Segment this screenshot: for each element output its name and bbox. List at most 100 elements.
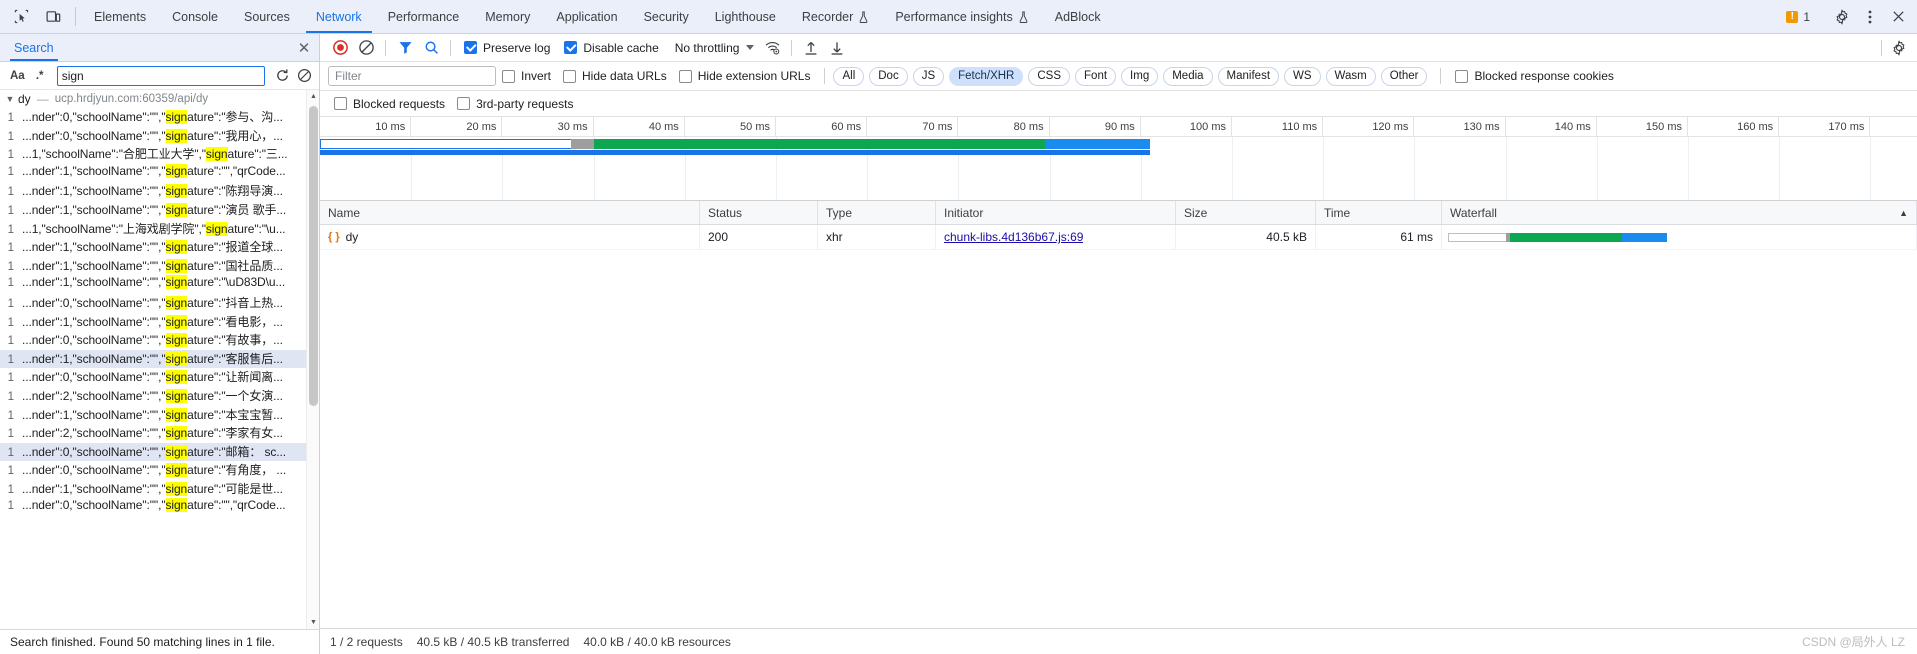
type-chip-js[interactable]: JS <box>912 66 945 86</box>
search-result-file[interactable]: ▼ dy — ucp.hrdjyun.com:60359/api/dy <box>0 90 319 108</box>
scrollbar-thumb[interactable] <box>309 106 318 406</box>
type-chip-fetch-xhr[interactable]: Fetch/XHR <box>949 66 1024 86</box>
record-button[interactable] <box>328 36 352 60</box>
initiator-link[interactable]: chunk-libs.4d136b67.js:69 <box>944 230 1083 244</box>
tab-adblock[interactable]: AdBlock <box>1042 0 1114 33</box>
sort-ascending-icon[interactable]: ▲ <box>1899 208 1908 218</box>
type-chip-doc[interactable]: Doc <box>869 66 908 86</box>
search-result-row[interactable]: 1 ...1,"schoolName":"合肥工业大学","signature":… <box>0 145 319 164</box>
search-result-row[interactable]: 1 ...nder":1,"schoolName":"","signature":… <box>0 201 319 220</box>
search-results-list[interactable]: ▼ dy — ucp.hrdjyun.com:60359/api/dy 1...… <box>0 90 319 629</box>
scroll-up-arrow-icon[interactable]: ▲ <box>307 90 319 103</box>
column-header-waterfall[interactable]: Waterfall ▲ <box>1442 201 1917 224</box>
blocked-requests-checkbox[interactable]: Blocked requests <box>328 97 451 111</box>
search-result-row[interactable]: 1 ...nder":1,"schoolName":"","signature":… <box>0 406 319 425</box>
type-chip-font[interactable]: Font <box>1075 66 1117 86</box>
match-case-button[interactable]: Aa <box>6 65 29 87</box>
search-icon[interactable] <box>419 36 443 60</box>
clear-search-icon[interactable] <box>293 65 315 87</box>
column-header-status[interactable]: Status <box>700 201 818 224</box>
search-result-row[interactable]: 1 ...nder":1,"schoolName":"","signature":… <box>0 257 319 276</box>
tab-application[interactable]: Application <box>543 0 630 33</box>
type-chip-other[interactable]: Other <box>1380 66 1428 86</box>
filter-input[interactable] <box>328 66 496 86</box>
tab-elements[interactable]: Elements <box>81 0 159 33</box>
search-result-row[interactable]: 1 ...nder":0,"schoolName":"","signature":… <box>0 442 319 462</box>
column-header-initiator[interactable]: Initiator <box>936 201 1176 224</box>
blocked-response-cookies-checkbox[interactable]: Blocked response cookies <box>1449 69 1619 83</box>
search-result-row[interactable]: 1 ...nder":1,"schoolName":"","signature":… <box>0 182 319 201</box>
search-result-row[interactable]: 1 ...nder":1,"schoolName":"","signature":… <box>0 238 319 257</box>
third-party-requests-checkbox[interactable]: 3rd-party requests <box>451 97 579 111</box>
tab-performance-insights[interactable]: Performance insights <box>882 0 1041 33</box>
more-options-icon[interactable] <box>1857 4 1883 30</box>
search-result-row[interactable]: 1 ...1,"schoolName":"上海戏剧学院","signature":… <box>0 220 319 239</box>
tab-sources[interactable]: Sources <box>231 0 303 33</box>
type-chip-wasm[interactable]: Wasm <box>1325 66 1376 86</box>
invert-checkbox[interactable]: Invert <box>496 69 557 83</box>
checkbox-box[interactable] <box>563 69 577 83</box>
tab-recorder[interactable]: Recorder <box>789 0 882 33</box>
search-result-row[interactable]: 1 ...nder":0,"schoolName":"","signature":… <box>0 461 319 480</box>
refresh-icon[interactable] <box>271 65 293 87</box>
type-chip-css[interactable]: CSS <box>1028 66 1071 86</box>
tab-memory[interactable]: Memory <box>472 0 543 33</box>
search-close-icon[interactable]: ✕ <box>293 37 315 59</box>
column-header-time[interactable]: Time <box>1316 201 1442 224</box>
filter-icon[interactable] <box>393 36 417 60</box>
type-chip-media[interactable]: Media <box>1163 66 1213 86</box>
type-chip-ws[interactable]: WS <box>1284 66 1321 86</box>
search-result-row[interactable]: 1 ...nder":2,"schoolName":"","signature":… <box>0 424 319 443</box>
hide-extension-urls-checkbox[interactable]: Hide extension URLs <box>673 69 817 83</box>
type-chip-img[interactable]: Img <box>1121 66 1159 86</box>
search-result-row[interactable]: 1 ...nder":0,"schoolName":"","signature":… <box>0 294 319 313</box>
scroll-down-arrow-icon[interactable]: ▼ <box>307 616 319 629</box>
column-header-name[interactable]: Name <box>320 201 700 224</box>
column-header-size[interactable]: Size <box>1176 201 1316 224</box>
tab-lighthouse[interactable]: Lighthouse <box>702 0 789 33</box>
tab-search[interactable]: Search <box>10 34 58 61</box>
search-result-row[interactable]: 1 ...nder":2,"schoolName":"","signature":… <box>0 387 319 406</box>
search-result-row[interactable]: 1 ...nder":0,"schoolName":"","signature":… <box>0 108 319 127</box>
search-result-row[interactable]: 1 ...nder":1,"schoolName":"","signature":… <box>0 349 319 369</box>
chevron-down-icon[interactable]: ▼ <box>4 94 16 104</box>
search-input[interactable] <box>56 65 265 86</box>
tab-console[interactable]: Console <box>159 0 231 33</box>
clear-button[interactable] <box>354 36 378 60</box>
tab-network[interactable]: Network <box>303 0 375 33</box>
import-har-icon[interactable] <box>799 36 823 60</box>
column-header-type[interactable]: Type <box>818 201 936 224</box>
tab-performance[interactable]: Performance <box>375 0 473 33</box>
search-result-row[interactable]: 1 ...nder":1,"schoolName":"","signature":… <box>0 163 319 183</box>
search-result-row[interactable]: 1 ...nder":0,"schoolName":"","signature":… <box>0 127 319 146</box>
network-conditions-icon[interactable] <box>760 36 784 60</box>
search-result-row[interactable]: 1 ...nder":1,"schoolName":"","signature":… <box>0 275 319 294</box>
type-chip-all[interactable]: All <box>833 66 865 86</box>
close-icon[interactable] <box>1885 4 1911 30</box>
network-settings-gear-icon[interactable] <box>1887 36 1911 60</box>
tab-security[interactable]: Security <box>631 0 702 33</box>
checkbox-box[interactable] <box>678 69 692 83</box>
checkbox-box[interactable] <box>564 41 578 54</box>
table-row[interactable]: { } dy 200 xhr chunk-libs.4d136b67.js:69… <box>320 225 1917 250</box>
search-result-row[interactable]: 1 ...nder":1,"schoolName":"","signature":… <box>0 313 319 332</box>
checkbox-box[interactable] <box>1455 69 1469 83</box>
warning-badge[interactable]: ! 1 <box>1780 4 1816 30</box>
checkbox-box[interactable] <box>502 69 515 83</box>
network-overview-timeline[interactable]: 10 ms 20 ms 30 ms 40 ms 50 ms 60 ms 70 ms 80 ms… <box>320 117 1917 201</box>
throttling-select[interactable]: No throttling <box>667 41 759 55</box>
search-result-row[interactable]: 1 ...nder":1,"schoolName":"","signature":… <box>0 480 319 499</box>
inspect-element-icon[interactable] <box>8 4 34 30</box>
chevron-down-icon[interactable] <box>746 45 755 50</box>
gear-icon[interactable] <box>1829 4 1855 30</box>
search-result-row[interactable]: 1 ...nder":0,"schoolName":"","signature":… <box>0 498 319 517</box>
search-results-scrollbar[interactable]: ▲ ▼ <box>306 90 319 629</box>
hide-data-urls-checkbox[interactable]: Hide data URLs <box>557 69 673 83</box>
export-har-icon[interactable] <box>825 36 849 60</box>
search-result-row[interactable]: 1 ...nder":0,"schoolName":"","signature":… <box>0 368 319 387</box>
checkbox-box[interactable] <box>457 97 471 110</box>
disable-cache-checkbox[interactable]: Disable cache <box>558 41 664 55</box>
preserve-log-checkbox[interactable]: Preserve log <box>458 41 556 55</box>
search-result-row[interactable]: 1 ...nder":0,"schoolName":"","signature":… <box>0 331 319 350</box>
use-regex-button[interactable]: .* <box>29 65 51 87</box>
